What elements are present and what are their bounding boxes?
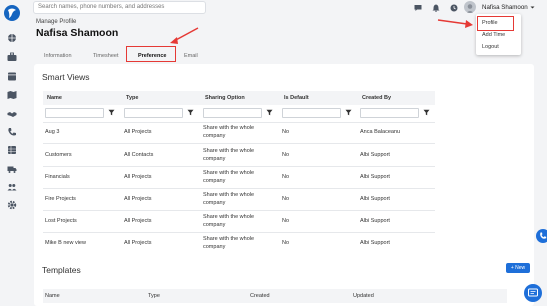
people-icon[interactable] bbox=[7, 182, 17, 192]
clock-icon[interactable] bbox=[450, 4, 458, 12]
new-template-button[interactable]: + New bbox=[506, 263, 530, 273]
table-cell: All Projects bbox=[124, 240, 152, 246]
menu-item-logout[interactable]: Logout bbox=[482, 44, 499, 50]
table-cell: Share with the whole company bbox=[203, 236, 255, 250]
tab-information[interactable]: Information bbox=[44, 53, 72, 59]
phone-call-button[interactable] bbox=[536, 229, 547, 243]
column-header[interactable]: Updated bbox=[353, 293, 374, 299]
table-cell[interactable]: Lost Projects bbox=[45, 218, 77, 226]
filter-icon[interactable] bbox=[108, 109, 115, 116]
row-divider bbox=[43, 232, 435, 233]
page-title: Nafisa Shamoon bbox=[36, 27, 119, 39]
map-icon[interactable] bbox=[7, 90, 17, 100]
annotation-arrowhead bbox=[170, 37, 178, 44]
row-divider bbox=[43, 188, 435, 189]
table-cell[interactable]: Customers bbox=[45, 152, 72, 160]
table-cell: No bbox=[282, 152, 290, 158]
table-cell: No bbox=[282, 174, 290, 180]
table-cell: All Contacts bbox=[124, 152, 154, 158]
annotation-arrow bbox=[173, 27, 199, 42]
column-header[interactable]: Type bbox=[148, 293, 160, 299]
sidebar bbox=[0, 0, 24, 306]
calendar-icon[interactable] bbox=[7, 71, 17, 81]
tab-email[interactable]: Email bbox=[184, 53, 198, 59]
name-filter-input[interactable] bbox=[45, 108, 104, 118]
table-cell: All Projects bbox=[124, 218, 152, 224]
tab-timesheet[interactable]: Timesheet bbox=[93, 53, 118, 59]
table-cell: Share with the whole company bbox=[203, 214, 255, 228]
chat-icon[interactable] bbox=[414, 4, 422, 12]
table-cell[interactable]: Aug 3 bbox=[45, 129, 59, 137]
filter-icon[interactable] bbox=[187, 109, 194, 116]
chevron-down-icon[interactable] bbox=[530, 5, 535, 10]
filter-icon[interactable] bbox=[266, 109, 273, 116]
annotation-highlight-box bbox=[477, 16, 514, 31]
chat-support-button[interactable] bbox=[524, 284, 542, 302]
row-divider bbox=[43, 143, 435, 144]
annotation-highlight-box bbox=[126, 46, 176, 62]
column-header[interactable]: Type bbox=[126, 95, 138, 101]
table-cell: No bbox=[282, 129, 290, 135]
row-divider bbox=[43, 210, 435, 211]
type-filter-input[interactable] bbox=[124, 108, 183, 118]
table-cell: Albi Support bbox=[360, 196, 390, 202]
table-cell: All Projects bbox=[124, 196, 152, 202]
table-cell: Share with the whole company bbox=[203, 192, 255, 206]
phone-icon[interactable] bbox=[7, 127, 17, 137]
app-logo[interactable] bbox=[4, 5, 20, 21]
column-header[interactable]: Is Default bbox=[284, 95, 309, 101]
table-cell: Share with the whole company bbox=[203, 170, 255, 184]
filter-icon[interactable] bbox=[345, 109, 352, 116]
column-header[interactable]: Created bbox=[250, 293, 270, 299]
table-cell: No bbox=[282, 218, 290, 224]
row-divider bbox=[43, 122, 435, 123]
briefcase-icon[interactable] bbox=[7, 52, 17, 62]
default-filter-input[interactable] bbox=[282, 108, 341, 118]
table-cell: Albi Support bbox=[360, 240, 390, 246]
table-cell[interactable]: Fire Projects bbox=[45, 196, 76, 204]
gear-icon[interactable] bbox=[7, 200, 17, 210]
table-cell: Share with the whole company bbox=[203, 125, 255, 139]
globe-icon[interactable] bbox=[7, 33, 17, 43]
table-cell: Albi Support bbox=[360, 152, 390, 158]
table-cell[interactable]: Mike B new view bbox=[45, 240, 86, 248]
row-divider bbox=[43, 166, 435, 167]
avatar[interactable] bbox=[464, 1, 476, 13]
breadcrumb: Manage Profile bbox=[36, 19, 77, 25]
templates-header-row bbox=[43, 289, 507, 303]
filter-icon[interactable] bbox=[423, 109, 430, 116]
table-cell: Albi Support bbox=[360, 218, 390, 224]
bell-icon[interactable] bbox=[432, 4, 440, 12]
column-header[interactable]: Created By bbox=[362, 95, 391, 101]
table-cell: All Projects bbox=[124, 129, 152, 135]
table-cell[interactable]: Financials bbox=[45, 174, 70, 182]
table-cell: No bbox=[282, 196, 290, 202]
grid-icon[interactable] bbox=[7, 145, 17, 155]
annotation-arrow bbox=[437, 19, 468, 25]
truck-icon[interactable] bbox=[7, 164, 17, 174]
menu-item-add-time[interactable]: Add Time bbox=[482, 32, 505, 38]
table-cell: Anca Balaceanu bbox=[360, 129, 401, 135]
templates-title: Templates bbox=[42, 265, 81, 275]
column-header[interactable]: Name bbox=[47, 95, 62, 101]
column-header[interactable]: Name bbox=[45, 293, 60, 299]
table-cell: All Projects bbox=[124, 174, 152, 180]
user-menu-name[interactable]: Nafisa Shamoon bbox=[482, 4, 528, 11]
sharing-filter-input[interactable] bbox=[203, 108, 262, 118]
smart-views-title: Smart Views bbox=[42, 72, 90, 82]
column-header[interactable]: Sharing Option bbox=[205, 95, 245, 101]
table-cell: Share with the whole company bbox=[203, 148, 255, 162]
table-cell: Albi Support bbox=[360, 174, 390, 180]
handshake-icon[interactable] bbox=[7, 109, 17, 119]
annotation-arrowhead bbox=[465, 20, 473, 28]
search-input[interactable]: Search names, phone numbers, and address… bbox=[33, 1, 206, 14]
creator-filter-input[interactable] bbox=[360, 108, 419, 118]
table-cell: No bbox=[282, 240, 290, 246]
